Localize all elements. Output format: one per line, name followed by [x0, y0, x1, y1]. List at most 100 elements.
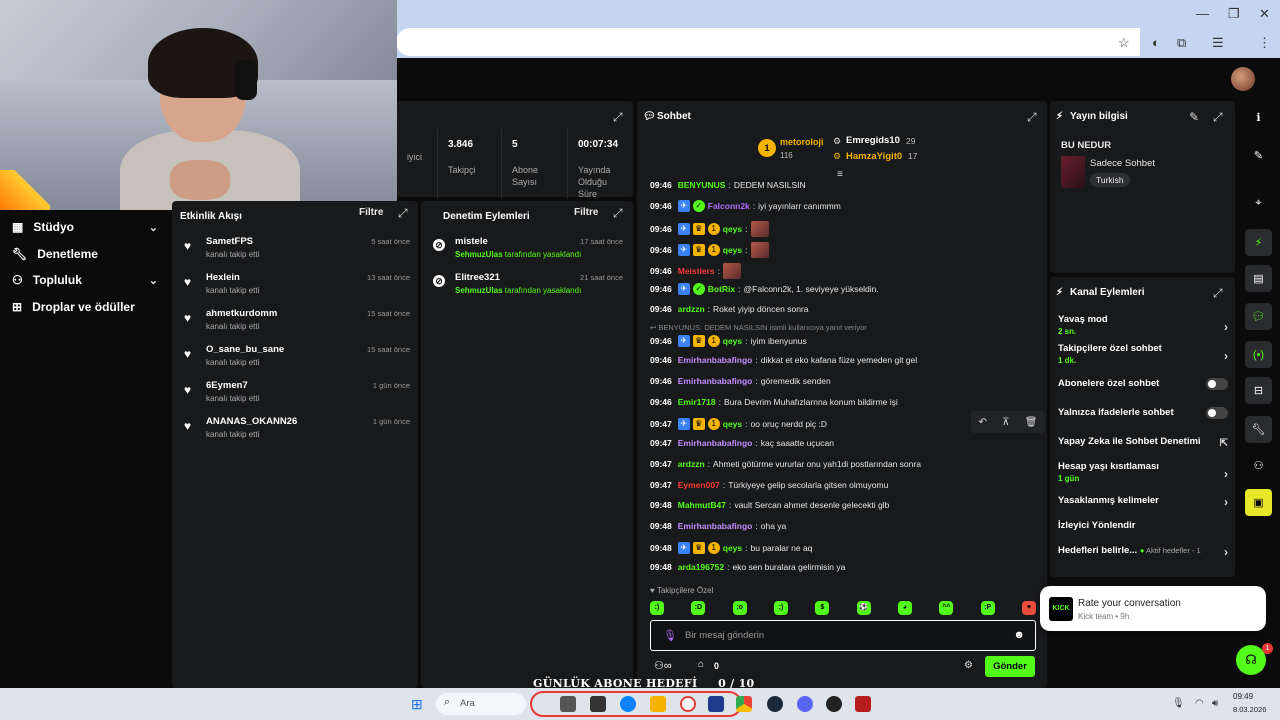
edit-icon[interactable]: ✎ — [1189, 110, 1199, 124]
leader-name[interactable]: metoroloji — [780, 137, 824, 147]
chrome-icon[interactable] — [736, 696, 752, 712]
leader-name[interactable]: Emregids10 — [846, 135, 900, 146]
chat-message[interactable]: 09:46 Emir1718: Bura Devrim Muhafızlarnna … — [650, 397, 898, 407]
chat-icon[interactable]: 💬︎ — [1245, 303, 1272, 330]
minimize-button[interactable]: — — [1196, 6, 1209, 21]
toggle-switch[interactable] — [1206, 378, 1228, 390]
broadcast-icon[interactable]: (•) — [1245, 341, 1272, 368]
chat-message[interactable]: 09:48 arda196752: eko sen buralara gelirmi… — [650, 562, 845, 572]
activity-user[interactable]: SametFPS — [206, 236, 253, 247]
activity-user[interactable]: ANANAS_OKANN26 — [206, 416, 297, 427]
close-button[interactable]: ✕ — [1259, 6, 1270, 22]
activity-user[interactable]: Hexlein — [206, 272, 240, 283]
wrench-icon[interactable]: 🔧︎ — [1245, 416, 1272, 443]
chat-message[interactable]: 09:47 ardzzn: Ahmeti götürme vururlar onu … — [650, 459, 921, 469]
app-icon[interactable] — [855, 696, 871, 712]
message-username[interactable]: arda196752 — [678, 562, 724, 572]
message-username[interactable]: qeys — [723, 224, 742, 234]
star-icon[interactable]: ☆ — [1118, 35, 1130, 51]
clock-date[interactable]: 8.03.2026 — [1233, 705, 1266, 714]
message-username[interactable]: qeys — [723, 336, 742, 346]
message-username[interactable]: ardzzn — [678, 304, 705, 314]
chat-message[interactable]: 09:46 Emirhanbabafingo: dikkat et eko kafa… — [650, 355, 917, 365]
send-button[interactable]: Gönder — [985, 656, 1035, 677]
puzzle-icon[interactable]: ⧉ — [1177, 35, 1186, 51]
clip-icon[interactable]: ▣ — [1245, 489, 1272, 516]
wifi-icon[interactable]: ◠ — [1195, 698, 1204, 709]
category-name[interactable]: Sadece Sohbet — [1090, 158, 1155, 169]
expand-icon[interactable]: ⤢ — [1213, 110, 1223, 125]
chat-message[interactable]: 09:46 ✈ ♛ 1 qeys: — [650, 221, 769, 237]
emote-button[interactable]: :P — [980, 601, 995, 615]
edge-icon[interactable] — [620, 696, 636, 712]
chat-message[interactable]: 09:46 ardzzn: Roket yiyip döncen sonra — [650, 304, 809, 314]
pencil-icon[interactable]: ✎ — [1245, 142, 1272, 169]
message-username[interactable]: Emirhanbabafingo — [678, 438, 753, 448]
activity-user[interactable]: 6Eymen7 — [206, 380, 248, 391]
moderator-name[interactable]: SehmuzUlas — [455, 286, 503, 295]
store-icon[interactable]: ⌂ — [698, 659, 704, 670]
channel-action-row[interactable]: Yavaş mod 2 sn. › — [1058, 314, 1228, 336]
volume-icon[interactable]: 🔊︎ — [1212, 698, 1218, 709]
extension-icon[interactable]: ◐ — [1152, 35, 1160, 50]
app-icon[interactable] — [590, 696, 606, 712]
chat-message[interactable]: 09:48 MahmutB47: vault Sercan ahmet desenl… — [650, 500, 889, 510]
kebab-menu-icon[interactable]: ⋮ — [1258, 35, 1271, 51]
info-icon[interactable]: ℹ — [1245, 104, 1272, 131]
expand-icon[interactable]: ⤢ — [398, 206, 408, 221]
emote-button[interactable]: ⚽ — [856, 601, 871, 615]
chat-message[interactable]: 09:46 ✈ ♛ 1 qeys: iyim ibenyunus — [650, 335, 807, 347]
category-thumbnail[interactable] — [1061, 156, 1085, 188]
chat-message[interactable]: 09:47 ✈ ♛ 1 qeys: oo oruç nerdd piç :D — [650, 418, 827, 430]
app-icon[interactable] — [560, 696, 576, 712]
language-tag[interactable]: Turkish — [1090, 173, 1130, 187]
chat-message[interactable]: 09:48 Emirhanbabafingo: oha ya — [650, 521, 786, 531]
windows-start-icon[interactable]: ⊞ — [411, 696, 423, 713]
message-username[interactable]: Emir1718 — [678, 397, 716, 407]
expand-icon[interactable]: ⤢ — [613, 110, 623, 125]
folder-icon[interactable] — [650, 696, 666, 712]
rating-toast[interactable]: KICK Rate your conversation Kick team • … — [1040, 586, 1266, 631]
opera-icon[interactable] — [680, 696, 696, 712]
message-username[interactable]: BENYUNUS — [678, 180, 726, 190]
leader-name[interactable]: HamzaYigit0 — [846, 151, 902, 162]
message-username[interactable]: Eymen007 — [678, 480, 720, 490]
reply-icon[interactable]: ↶ — [979, 417, 987, 428]
moderated-user[interactable]: Elitree321 — [455, 272, 500, 283]
channel-action-row[interactable]: Hedefleri belirle... ● Aktif hedefler - … — [1058, 545, 1228, 559]
collapse-icon[interactable]: ≡ — [837, 169, 843, 180]
discord-icon[interactable] — [797, 696, 813, 712]
expand-icon[interactable]: ⤢ — [1213, 286, 1223, 301]
focus-icon[interactable]: ⌖ — [1245, 190, 1272, 217]
emote-button[interactable]: $ — [815, 601, 830, 615]
bolt-icon[interactable]: ⚡︎ — [1245, 229, 1272, 256]
message-username[interactable]: qeys — [723, 543, 742, 553]
activity-user[interactable]: ahmetkurdomm — [206, 308, 277, 319]
emoji-icon[interactable]: ☻ — [1013, 629, 1025, 641]
channel-action-row[interactable]: Yapay Zeka ile Sohbet Denetimi ⇱ — [1058, 436, 1228, 449]
layout-icon[interactable]: ⊟ — [1245, 377, 1272, 404]
channel-action-row[interactable]: İzleyici Yönlendir — [1058, 520, 1228, 531]
emote-button[interactable]: :o — [732, 601, 747, 615]
nav-studio[interactable]: ▦ Stüdyo ⌄ — [12, 220, 158, 234]
chat-message[interactable]: 09:46 ✈ ✓ BotRix: @Falconn2k, 1. seviyeye yü… — [650, 283, 879, 295]
app-icon[interactable] — [708, 696, 724, 712]
points-icon[interactable]: ⚇∞ — [654, 659, 672, 672]
chat-message[interactable]: 09:48 ✈ ♛ 1 qeys: bu paralar ne aq — [650, 542, 812, 554]
maximize-button[interactable]: ❐ — [1228, 6, 1240, 22]
message-username[interactable]: qeys — [723, 419, 742, 429]
message-username[interactable]: Emirhanbabafingo — [678, 376, 753, 386]
message-username[interactable]: ardzzn — [678, 459, 705, 469]
nav-drops[interactable]: ⊞ Droplar ve ödüller — [12, 300, 158, 314]
filter-button[interactable]: Filtre — [359, 207, 383, 218]
steam-icon[interactable] — [767, 696, 783, 712]
community-icon[interactable]: ⚇ — [1245, 452, 1272, 479]
clock-time[interactable]: 09:49 — [1233, 692, 1253, 701]
chat-message[interactable]: 09:46 ✈ ✓ Falconn2k: iyi yayınlarr canımmm — [650, 200, 841, 212]
channel-action-row[interactable]: Yalnızca ifadelerle sohbet — [1058, 407, 1228, 419]
nav-moderation[interactable]: 🔧︎ Denetleme — [12, 247, 158, 261]
emote-button[interactable]: :) — [650, 601, 664, 615]
chat-message[interactable]: 09:47 Eymen007: Türkiyeye gelip secolarla … — [650, 480, 888, 490]
mic-icon[interactable]: 🎙︎ — [663, 629, 677, 642]
chat-message[interactable]: 09:46 ✈ ♛ 1 qeys: — [650, 242, 769, 258]
